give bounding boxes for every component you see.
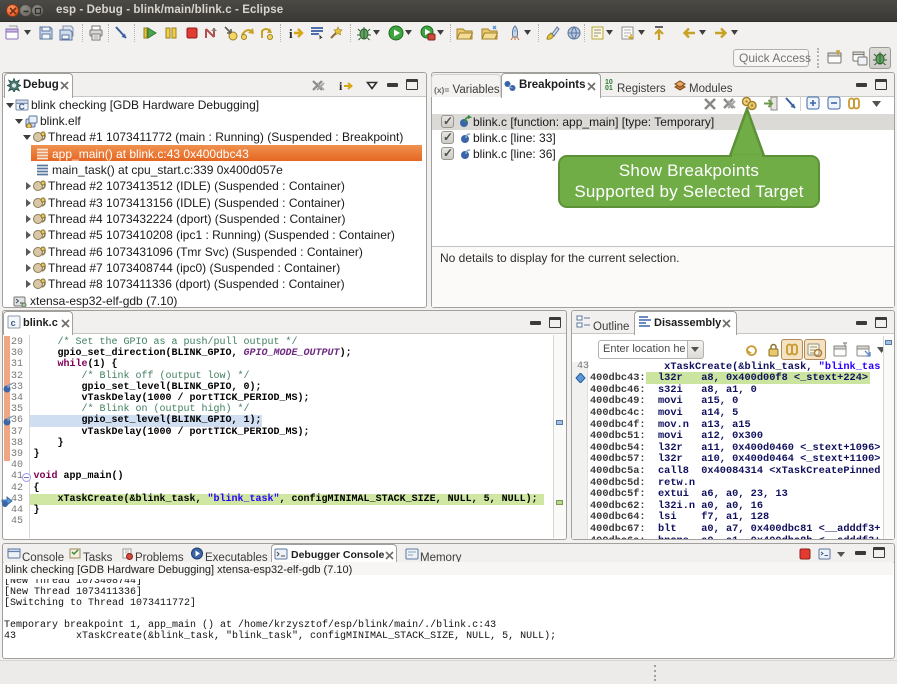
svg-text:i: i <box>339 79 343 93</box>
svg-text:c: c <box>11 318 16 328</box>
svg-text:i: i <box>289 26 293 41</box>
svg-text:C: C <box>19 101 25 111</box>
